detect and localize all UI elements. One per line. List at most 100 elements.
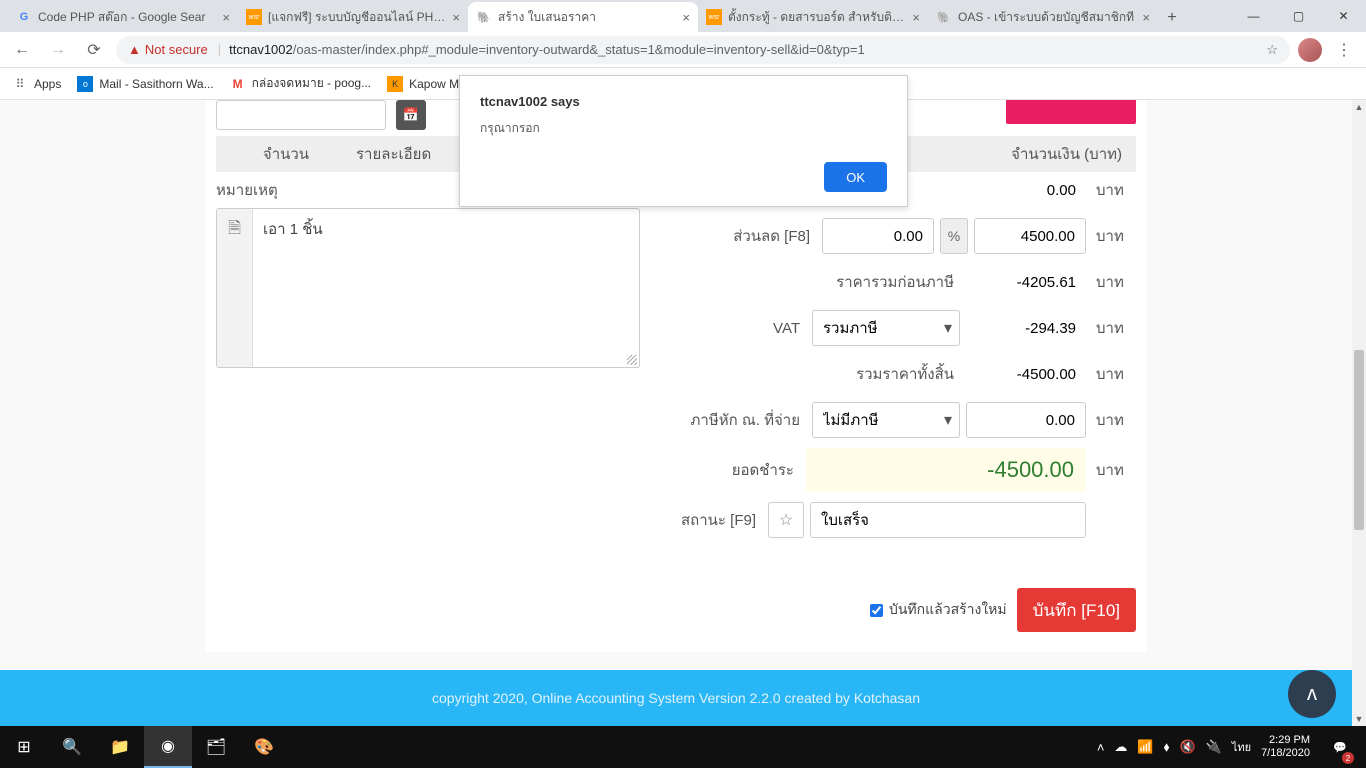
save-button[interactable]: บันทึก [F10] (1017, 588, 1136, 632)
scroll-top-button[interactable]: ʌ (1288, 670, 1336, 718)
profile-avatar[interactable] (1298, 38, 1322, 62)
clock[interactable]: 2:29 PM 7/18/2020 (1261, 734, 1310, 760)
language-indicator[interactable]: ไทย (1232, 738, 1251, 756)
browser-menu-button[interactable]: ⋮ (1330, 40, 1358, 60)
start-button[interactable]: ⊞ (0, 726, 48, 768)
back-button[interactable]: ← (8, 36, 36, 64)
browser-tab-active[interactable]: 🐘 สร้าง ใบเสนอราคา × (468, 2, 698, 32)
browser-tab[interactable]: wsr [แจกฟรี] ระบบบัญชีออนไลน์ PHP C × (238, 2, 468, 32)
browser-tab-strip: G Code PHP สต๊อก - Google Sear × wsr [แจ… (0, 0, 1366, 32)
date-input[interactable] (216, 100, 386, 130)
tab-title: Code PHP สต๊อก - Google Sear (38, 8, 216, 27)
ok-button[interactable]: OK (824, 162, 887, 192)
bookmark-item[interactable]: oMail - Sasithorn Wa... (77, 76, 213, 92)
not-secure-badge[interactable]: ▲ Not secure (128, 42, 208, 57)
close-icon[interactable]: × (452, 10, 460, 25)
scrollbar-thumb[interactable] (1354, 350, 1364, 530)
apps-button[interactable]: ⠿Apps (12, 76, 61, 92)
bookmark-item[interactable]: Mกล่องจดหมาย - poog... (230, 74, 371, 93)
file-explorer-icon[interactable]: 📁 (96, 726, 144, 768)
reload-button[interactable]: ⟳ (80, 36, 108, 64)
remark-box: 🗎 เอา 1 ชิ้น (216, 208, 640, 368)
star-icon[interactable]: ☆ (1266, 42, 1278, 58)
balance-label: ยอดชำระ (650, 458, 806, 482)
balance-amount: -4500.00 (806, 448, 1086, 492)
col-qty: จำนวน (216, 142, 356, 166)
search-button[interactable]: 🔍 (48, 726, 96, 768)
chrome-icon[interactable]: ◉ (144, 726, 192, 768)
scroll-down-arrow[interactable]: ▼ (1352, 712, 1366, 726)
favicon: 🐘 (476, 9, 492, 25)
unit-label: บาท (1096, 224, 1136, 248)
maximize-button[interactable]: ▢ (1276, 0, 1321, 32)
action-button[interactable] (1006, 100, 1136, 124)
notification-badge: 2 (1342, 752, 1354, 764)
close-button[interactable]: ✕ (1321, 0, 1366, 32)
volume-icon[interactable]: 🔇 (1179, 739, 1195, 755)
app-icon[interactable]: 🗂 (192, 726, 240, 768)
close-icon[interactable]: × (682, 10, 690, 25)
alert-dialog: ttcnav1002 says กรุณากรอก OK (459, 75, 908, 207)
battery-icon[interactable]: 🔌 (1206, 739, 1222, 755)
line-total (966, 172, 1086, 208)
paint-icon[interactable]: 🎨 (240, 726, 288, 768)
save-new-checkbox[interactable] (870, 604, 883, 617)
browser-tab[interactable]: wsr ตั้งกระทู้ - ดยสารบอร์ด สำหรับติดต่ … (698, 2, 928, 32)
status-label: สถานะ [F9] (650, 508, 768, 532)
dialog-title: ttcnav1002 says (480, 94, 887, 109)
tab-title: OAS - เข้าระบบด้วยบัญชีสมาชิกที (958, 8, 1136, 27)
network-icon[interactable]: 📶 (1137, 739, 1153, 755)
percent-button[interactable]: % (940, 218, 968, 254)
browser-tab[interactable]: G Code PHP สต๊อก - Google Sear × (8, 2, 238, 32)
favicon-google: G (16, 9, 32, 25)
star-button[interactable]: ☆ (768, 502, 804, 538)
vat-select[interactable]: รวมภาษี (812, 310, 960, 346)
discount-label: ส่วนลด [F8] (650, 224, 822, 248)
new-tab-button[interactable]: + (1158, 4, 1186, 32)
subtotal-label: ราคารวมก่อนภาษี (650, 270, 966, 294)
document-icon: 🗎 (217, 209, 253, 367)
discount-amount-input[interactable] (974, 218, 1086, 254)
save-new-checkbox-label[interactable]: บันทึกแล้วสร้างใหม่ (870, 599, 1007, 621)
wht-select[interactable]: ไม่มีภาษี (812, 402, 960, 438)
close-icon[interactable]: × (912, 10, 920, 25)
onedrive-icon[interactable]: ☁ (1114, 739, 1127, 755)
vat-amount (966, 310, 1086, 346)
browser-tab[interactable]: 🐘 OAS - เข้าระบบด้วยบัญชีสมาชิกที × (928, 2, 1158, 32)
vertical-scrollbar[interactable]: ▲ ▼ (1352, 100, 1366, 726)
discount-input[interactable] (822, 218, 934, 254)
bookmark-item[interactable]: KKapow M (387, 76, 459, 92)
url-text: ttcnav1002/oas-master/index.php#_module=… (229, 42, 865, 57)
favicon: 🐘 (936, 9, 952, 25)
address-bar[interactable]: ▲ Not secure | ttcnav1002/oas-master/ind… (116, 36, 1290, 64)
favicon: wsr (246, 9, 262, 25)
unit-label: บาท (1096, 408, 1136, 432)
unit-label: บาท (1096, 362, 1136, 386)
grand-label: รวมราคาทั้งสิ้น (650, 362, 966, 386)
unit-label: บาท (1096, 316, 1136, 340)
close-icon[interactable]: × (1142, 10, 1150, 25)
subtotal-value (966, 264, 1086, 300)
resize-handle[interactable] (627, 355, 637, 365)
grand-total (966, 356, 1086, 392)
wht-amount-input[interactable] (966, 402, 1086, 438)
tab-title: สร้าง ใบเสนอราคา (498, 8, 676, 27)
system-tray: ˄ ☁ 📶 ⬧ 🔇 🔌 ไทย 2:29 PM 7/18/2020 💬2 (1097, 726, 1366, 768)
browser-toolbar: ← → ⟳ ▲ Not secure | ttcnav1002/oas-mast… (0, 32, 1366, 68)
favicon: wsr (706, 9, 722, 25)
calendar-icon[interactable]: 📅 (396, 100, 426, 130)
scroll-up-arrow[interactable]: ▲ (1352, 100, 1366, 114)
minimize-button[interactable]: ― (1231, 0, 1276, 32)
dialog-message: กรุณากรอก (480, 119, 887, 138)
notification-button[interactable]: 💬2 (1320, 726, 1360, 768)
tab-title: [แจกฟรี] ระบบบัญชีออนไลน์ PHP C (268, 8, 446, 27)
page-footer: copyright 2020, Online Accounting System… (0, 670, 1352, 726)
dropbox-icon[interactable]: ⬧ (1164, 739, 1170, 755)
tray-chevron-icon[interactable]: ˄ (1097, 740, 1105, 755)
close-icon[interactable]: × (222, 10, 230, 25)
status-input[interactable] (810, 502, 1086, 538)
remark-textarea[interactable]: เอา 1 ชิ้น (253, 209, 639, 367)
forward-button[interactable]: → (44, 36, 72, 64)
unit-label: บาท (1096, 178, 1136, 202)
windows-taskbar: ⊞ 🔍 📁 ◉ 🗂 🎨 ˄ ☁ 📶 ⬧ 🔇 🔌 ไทย 2:29 PM 7/18… (0, 726, 1366, 768)
